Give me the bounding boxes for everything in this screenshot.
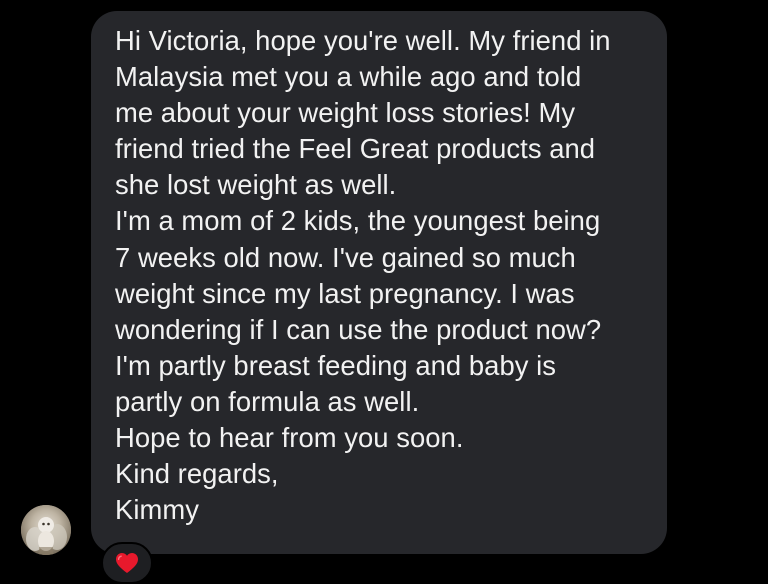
message-line: 7 weeks old now. I've gained so much — [115, 241, 576, 273]
heart-reaction[interactable] — [101, 542, 153, 584]
message-line: partly on formula as well. — [115, 385, 420, 417]
incoming-message-bubble[interactable]: Hi Victoria, hope you're well. My friend… — [91, 11, 667, 554]
message-line: Kind regards, — [115, 458, 279, 490]
message-line: Hi Victoria, hope you're well. My friend… — [115, 25, 611, 56]
message-line: wondering if I can use the product now? — [115, 313, 602, 345]
profile-photo-icon — [21, 505, 71, 555]
message-line: me about your weight loss stories! My — [115, 97, 576, 129]
message-line: friend tried the Feel Great products and — [115, 133, 596, 165]
message-line: she lost weight as well. — [115, 169, 397, 201]
message-line: Kimmy — [115, 494, 199, 526]
red-heart-icon — [116, 553, 138, 573]
message-line: Hope to hear from you soon. — [115, 422, 464, 454]
message-line: I'm a mom of 2 kids, the youngest being — [115, 205, 601, 237]
message-line: Malaysia met you a while ago and told — [115, 61, 582, 93]
message-line: I'm partly breast feeding and baby is — [115, 349, 557, 381]
message-line: weight since my last pregnancy. I was — [115, 277, 575, 309]
chat-screen: Hi Victoria, hope you're well. My friend… — [0, 0, 768, 584]
sender-avatar[interactable] — [21, 505, 71, 555]
